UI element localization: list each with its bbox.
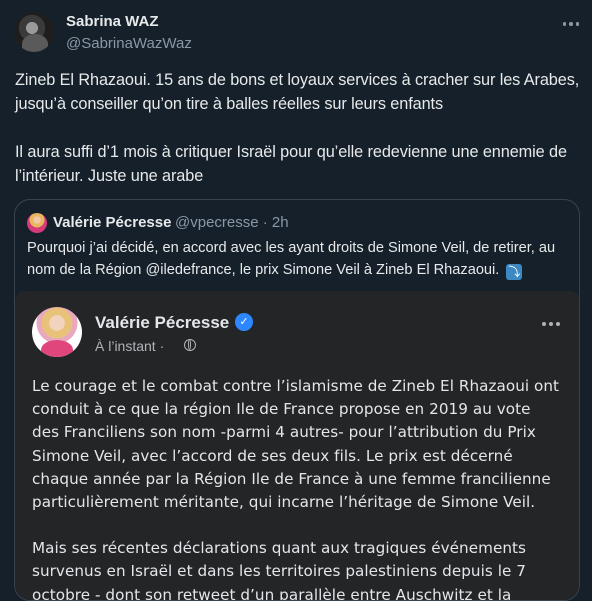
post-paragraph-1: Le courage et le combat contre l’islamis…	[32, 377, 560, 512]
attached-image[interactable]: Valérie Pécresse ✓ À l’instant · Le cour…	[15, 291, 579, 601]
post-paragraph-2: Mais ses récentes déclarations quant aux…	[32, 539, 526, 601]
quoted-tweet-text: Pourquoi j’ai décidé, en accord avec les…	[27, 237, 572, 281]
verified-badge-icon: ✓	[235, 313, 253, 331]
dot	[556, 322, 560, 326]
post-author-name: Valérie Pécresse	[95, 313, 230, 332]
dot	[562, 22, 567, 26]
quoted-text-body: Pourquoi j’ai décidé, en accord avec les…	[27, 240, 556, 278]
author-avatar[interactable]	[14, 12, 54, 52]
dot	[549, 322, 553, 326]
tweet-text: Zineb El Rhazaoui. 15 ans de bons et loy…	[15, 68, 580, 188]
tweet-paragraph-2: Il aura suffi d’1 mois à critiquer Israë…	[15, 143, 567, 185]
dot	[569, 22, 573, 26]
post-screenshot: Valérie Pécresse ✓ À l’instant · Le cour…	[15, 291, 579, 601]
author-name[interactable]: Sabrina WAZ	[66, 13, 159, 30]
more-options-icon[interactable]	[561, 15, 581, 33]
post-more-icon	[539, 319, 563, 329]
dot	[542, 322, 546, 326]
post-timestamp: À l’instant ·	[95, 338, 165, 354]
quoted-tweet[interactable]: Valérie Pécresse @vpecresse · 2h Pourquo…	[14, 199, 580, 601]
quoted-author-handle[interactable]: @vpecresse · 2h	[175, 214, 289, 231]
globe-icon	[184, 339, 196, 351]
quoted-author-name[interactable]: Valérie Pécresse	[53, 214, 171, 231]
tweet[interactable]: Sabrina WAZ @SabrinaWazWaz Zineb El Rhaz…	[0, 0, 592, 601]
dot	[575, 22, 580, 26]
arrow-down-emoji-icon: ⤵	[506, 264, 523, 280]
author-handle[interactable]: @SabrinaWazWaz	[66, 35, 192, 52]
post-author-avatar	[32, 307, 82, 357]
tweet-paragraph-1: Zineb El Rhazaoui. 15 ans de bons et loy…	[15, 71, 580, 113]
quoted-author-avatar[interactable]	[27, 213, 47, 233]
post-text: Le courage et le combat contre l’islamis…	[32, 375, 562, 601]
